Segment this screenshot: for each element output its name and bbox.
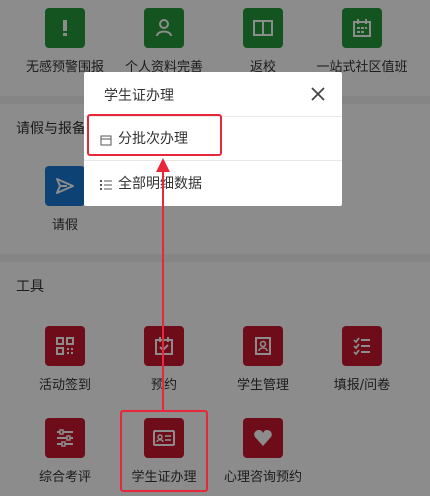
annotation-arrow xyxy=(156,158,170,410)
